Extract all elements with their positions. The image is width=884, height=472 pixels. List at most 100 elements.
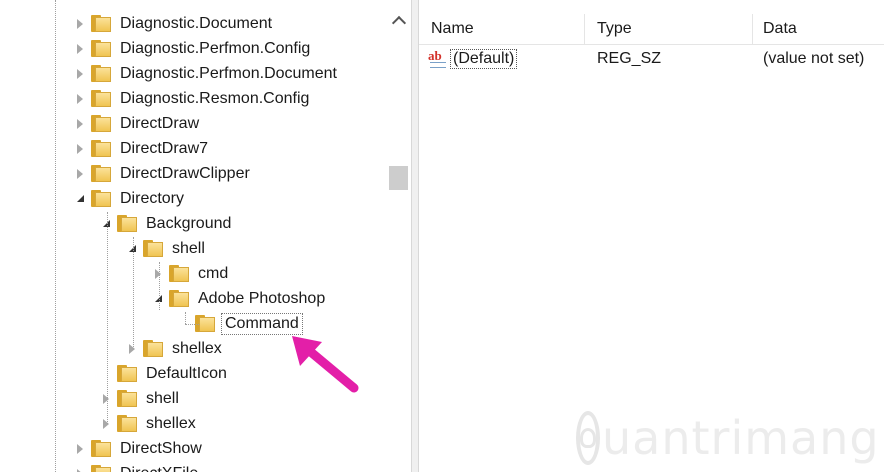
- expand-triangle-icon[interactable]: [101, 418, 111, 429]
- tree-item[interactable]: shell: [127, 236, 208, 261]
- expand-triangle-icon[interactable]: [75, 118, 85, 129]
- value-name-cell: ab (Default): [428, 46, 518, 72]
- folder-icon: [91, 465, 111, 472]
- tree-item[interactable]: DirectShow: [75, 436, 205, 461]
- tree-item[interactable]: cmd: [153, 261, 231, 286]
- folder-icon: [117, 390, 137, 407]
- tree-item[interactable]: DirectDraw7: [75, 136, 211, 161]
- folder-icon: [91, 190, 111, 207]
- expand-triangle-icon[interactable]: [75, 43, 85, 54]
- tree-item-label: shellex: [146, 414, 196, 432]
- tree-item-label: Diagnostic.Document: [120, 14, 273, 32]
- folder-icon: [143, 240, 163, 257]
- tree-item-label: Diagnostic.Perfmon.Document: [120, 64, 337, 82]
- folder-icon: [91, 440, 111, 457]
- tree-item-label: cmd: [198, 264, 229, 282]
- folder-icon: [169, 265, 189, 282]
- tree-item-label: DirectShow: [120, 439, 202, 457]
- folder-icon: [91, 65, 111, 82]
- table-row[interactable]: ab (Default) REG_SZ (value not set): [419, 46, 884, 72]
- folder-icon: [117, 215, 137, 232]
- pane-splitter[interactable]: [411, 0, 419, 472]
- tree-item[interactable]: shellex: [101, 411, 199, 436]
- expand-triangle-icon[interactable]: [75, 68, 85, 79]
- lightbulb-logo-icon: [576, 411, 600, 465]
- chevron-up-icon: [391, 15, 406, 31]
- tree-item[interactable]: Diagnostic.Perfmon.Config: [75, 36, 313, 61]
- collapse-triangle-icon[interactable]: [101, 219, 111, 229]
- folder-icon: [91, 140, 111, 157]
- folder-icon: [91, 40, 111, 57]
- tree-item[interactable]: Diagnostic.Resmon.Config: [75, 86, 312, 111]
- value-data: (value not set): [763, 50, 865, 67]
- value-type: REG_SZ: [597, 50, 662, 67]
- tree-item-label: DefaultIcon: [146, 364, 227, 382]
- expand-triangle-icon[interactable]: [75, 468, 85, 472]
- pointer-arrow-icon: [292, 336, 359, 393]
- tree-item-label: Background: [146, 214, 232, 232]
- tree-item-label: shell: [146, 389, 179, 407]
- tree-connector-line: [159, 262, 160, 310]
- expand-triangle-icon[interactable]: [75, 168, 85, 179]
- tree-item[interactable]: Diagnostic.Perfmon.Document: [75, 61, 340, 86]
- tree-item[interactable]: Adobe Photoshop: [153, 286, 328, 311]
- collapse-triangle-icon[interactable]: [153, 294, 163, 304]
- tree-item[interactable]: DirectXFile: [75, 461, 201, 472]
- expand-triangle-icon[interactable]: [75, 93, 85, 104]
- folder-icon: [117, 365, 137, 382]
- tree-item-label: Directory: [120, 189, 185, 207]
- tree-connector-line: [107, 212, 108, 424]
- tree-item-label: shellex: [172, 339, 222, 357]
- tree-item-label: DirectXFile: [117, 464, 201, 472]
- scroll-up-button[interactable]: [386, 10, 411, 31]
- expand-triangle-icon[interactable]: [75, 443, 85, 454]
- list-header: Name Type Data: [419, 14, 884, 45]
- tree-item-label: Diagnostic.Resmon.Config: [120, 89, 310, 107]
- string-value-icon: ab: [428, 48, 448, 68]
- tree-connector-line: [185, 312, 186, 324]
- registry-values-list[interactable]: Name Type Data ab (Default) REG_SZ (valu…: [419, 0, 884, 472]
- tree-connector-line: [185, 324, 199, 325]
- folder-icon: [169, 290, 189, 307]
- column-header-name[interactable]: Name: [431, 14, 474, 44]
- expand-triangle-icon[interactable]: [75, 143, 85, 154]
- expand-triangle-icon[interactable]: [101, 393, 111, 404]
- tree-connector-line: [55, 0, 56, 472]
- value-name: (Default): [450, 49, 518, 69]
- folder-icon: [91, 15, 111, 32]
- tree-item[interactable]: shellex: [127, 336, 225, 361]
- column-header-data[interactable]: Data: [763, 14, 797, 44]
- tree-item[interactable]: shell: [101, 386, 182, 411]
- tree-item[interactable]: Diagnostic.Document: [75, 11, 275, 36]
- tree-item[interactable]: DirectDraw: [75, 111, 202, 136]
- tree-item-label: DirectDrawClipper: [120, 164, 250, 182]
- expand-triangle-icon[interactable]: [75, 18, 85, 29]
- collapse-triangle-icon[interactable]: [75, 194, 85, 204]
- folder-icon: [117, 415, 137, 432]
- tree-item-label: DirectDraw7: [120, 139, 209, 157]
- folder-icon: [91, 90, 111, 107]
- folder-icon: [91, 115, 111, 132]
- watermark-text: uantrimang: [602, 411, 880, 465]
- folder-icon: [143, 340, 163, 357]
- tree-item[interactable]: Directory: [75, 186, 187, 211]
- tree-item[interactable]: DirectDrawClipper: [75, 161, 253, 186]
- watermark: uantrimang: [576, 404, 879, 472]
- expand-triangle-icon[interactable]: [127, 343, 137, 354]
- arrow-shaft: [301, 343, 359, 393]
- scrollbar-thumb[interactable]: [389, 166, 408, 190]
- folder-icon: [91, 165, 111, 182]
- column-separator[interactable]: [752, 14, 753, 44]
- tree-item[interactable]: DefaultIcon: [101, 361, 230, 386]
- tree-item-label: Diagnostic.Perfmon.Config: [120, 39, 311, 57]
- tree-item-label: Adobe Photoshop: [198, 289, 326, 307]
- column-separator[interactable]: [584, 14, 585, 44]
- expand-triangle-icon[interactable]: [153, 268, 163, 279]
- column-header-type[interactable]: Type: [597, 14, 632, 44]
- collapse-triangle-icon[interactable]: [127, 244, 137, 254]
- tree-scrollbar[interactable]: [386, 0, 411, 472]
- tree-item[interactable]: Background: [101, 211, 234, 236]
- tree-item-label: shell: [172, 239, 205, 257]
- tree-item-label: DirectDraw: [120, 114, 200, 132]
